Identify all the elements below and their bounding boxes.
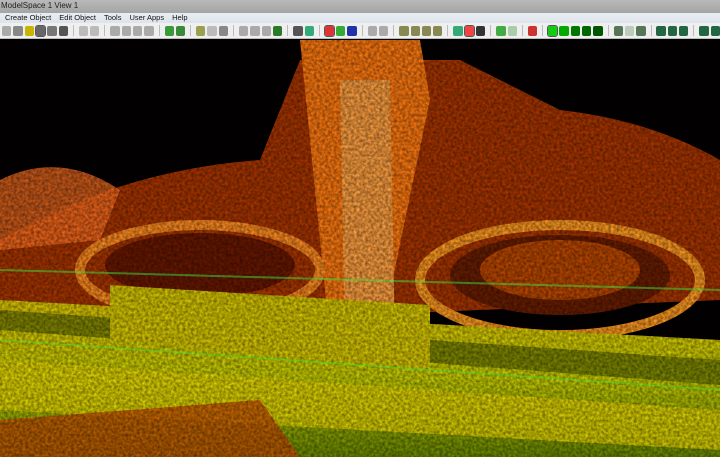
display-4-icon[interactable] — [582, 26, 591, 36]
paint-icon[interactable] — [347, 26, 356, 36]
dots-b-icon[interactable] — [508, 26, 517, 36]
toolbar-separator — [287, 25, 288, 36]
mesh-1-icon[interactable] — [656, 26, 665, 36]
toolbar-separator — [693, 25, 694, 36]
menu-bar: Create Object Edit Object Tools User App… — [0, 13, 720, 23]
toolbar — [0, 23, 720, 39]
mesh-2-icon[interactable] — [668, 26, 677, 36]
layer-paste-icon[interactable] — [262, 26, 271, 36]
display-2-icon[interactable] — [559, 26, 568, 36]
zoom-in-icon[interactable] — [110, 26, 119, 36]
objects-icon[interactable] — [305, 26, 314, 36]
measure-b-icon[interactable] — [625, 26, 634, 36]
toolbar-separator — [73, 25, 74, 36]
mesh-3-icon[interactable] — [679, 26, 688, 36]
slice-1-icon[interactable] — [399, 26, 408, 36]
select-icon[interactable] — [13, 26, 22, 36]
display-3-icon[interactable] — [571, 26, 580, 36]
layer-icon[interactable] — [239, 26, 248, 36]
menu-create-object[interactable]: Create Object — [5, 13, 51, 23]
toolbar-separator — [490, 25, 491, 36]
point-cloud-render — [0, 40, 720, 457]
tree-grey-icon[interactable] — [207, 26, 216, 36]
toolbar-separator — [362, 25, 363, 36]
brush-icon[interactable] — [273, 26, 282, 36]
toolbar-separator — [319, 25, 320, 36]
toolbar-separator — [651, 25, 652, 36]
fence-cloud-icon[interactable] — [176, 26, 185, 36]
toolbar-separator — [447, 25, 448, 36]
menu-edit-object[interactable]: Edit Object — [59, 13, 96, 23]
toolbar-separator — [393, 25, 394, 36]
menu-help[interactable]: Help — [172, 13, 187, 23]
toolbar-separator — [233, 25, 234, 36]
dots-icon[interactable] — [496, 26, 505, 36]
grid-a-icon[interactable] — [368, 26, 377, 36]
toolbar-separator — [608, 25, 609, 36]
zoom-out-icon[interactable] — [122, 26, 131, 36]
intensity-icon[interactable] — [476, 26, 485, 36]
layer-copy-icon[interactable] — [250, 26, 259, 36]
line-icon[interactable] — [711, 26, 720, 36]
list-icon[interactable] — [293, 26, 302, 36]
measure-c-icon[interactable] — [636, 26, 645, 36]
toolbar-separator — [190, 25, 191, 36]
check-icon[interactable] — [336, 26, 345, 36]
camera-icon[interactable] — [453, 26, 462, 36]
grid-b-icon[interactable] — [379, 26, 388, 36]
display-1-icon[interactable] — [548, 26, 557, 36]
color-map-icon[interactable] — [325, 26, 334, 36]
redo-icon[interactable] — [90, 26, 99, 36]
toolbar-separator — [542, 25, 543, 36]
elevation-icon[interactable] — [528, 26, 537, 36]
toolbar-separator — [104, 25, 105, 36]
measure-icon[interactable] — [614, 26, 623, 36]
tree-outline-icon[interactable] — [219, 26, 228, 36]
slice-2-icon[interactable] — [411, 26, 420, 36]
pick-point-icon[interactable] — [25, 26, 34, 36]
zoom-window-icon[interactable] — [144, 26, 153, 36]
point-cloud-viewport[interactable] — [0, 40, 720, 457]
rgb-icon[interactable] — [465, 26, 474, 36]
window-title: ModelSpace 1 View 1 — [1, 1, 78, 10]
menu-user-apps[interactable]: User Apps — [129, 13, 164, 23]
window-title-bar: ModelSpace 1 View 1 — [0, 0, 720, 13]
fence-select-icon[interactable] — [36, 26, 45, 36]
fit-cloud-icon[interactable] — [165, 26, 174, 36]
slice-4-icon[interactable] — [433, 26, 442, 36]
tree-icon[interactable] — [196, 26, 205, 36]
cube-icon[interactable] — [47, 26, 56, 36]
seek-icon[interactable] — [59, 26, 68, 36]
arrow-icon[interactable] — [699, 26, 708, 36]
undo-icon[interactable] — [79, 26, 88, 36]
slice-3-icon[interactable] — [422, 26, 431, 36]
pointer-icon[interactable] — [2, 26, 11, 36]
zoom-fit-icon[interactable] — [133, 26, 142, 36]
menu-tools[interactable]: Tools — [104, 13, 122, 23]
toolbar-separator — [159, 25, 160, 36]
display-5-icon[interactable] — [593, 26, 602, 36]
toolbar-separator — [522, 25, 523, 36]
